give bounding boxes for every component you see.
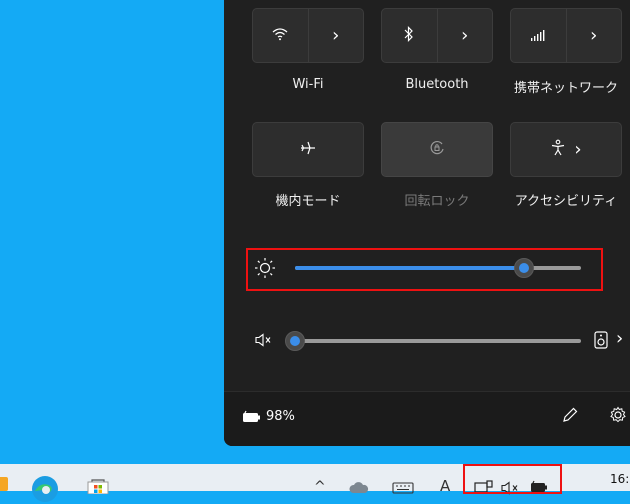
cloud-icon[interactable] xyxy=(349,481,369,493)
microsoft-store-icon[interactable] xyxy=(84,478,112,494)
airplane-icon xyxy=(299,139,317,161)
airplane-mode-label: 機内モード xyxy=(275,194,341,209)
rotation-lock-label: 回転ロック xyxy=(404,194,470,209)
chevron-right-icon: › xyxy=(574,139,582,160)
settings-gear-icon[interactable] xyxy=(609,406,627,428)
audio-output-chevron-icon[interactable]: › xyxy=(616,328,623,349)
file-explorer-icon[interactable] xyxy=(0,477,8,491)
chevron-right-icon: › xyxy=(590,25,598,46)
battery-percent[interactable]: 98% xyxy=(266,409,295,424)
accessibility-label: アクセシビリティ xyxy=(514,194,618,209)
cellular-expand-button[interactable]: › xyxy=(567,9,622,62)
bluetooth-toggle[interactable] xyxy=(382,9,438,62)
speaker-muted-icon[interactable] xyxy=(255,332,275,351)
quick-settings-panel: › Wi-Fi › Bluetooth › 携帯ネットワーク 機内モード 回転ロ… xyxy=(224,0,630,446)
highlight-brightness-slider xyxy=(246,248,603,291)
audio-output-device-icon[interactable] xyxy=(594,331,608,353)
battery-charging-icon xyxy=(242,409,262,428)
clock-time[interactable]: 16: xyxy=(610,472,629,486)
bluetooth-expand-button[interactable]: › xyxy=(438,9,493,62)
volume-slider[interactable] xyxy=(295,339,581,343)
edit-pencil-icon[interactable] xyxy=(561,406,579,428)
cellular-label: 携帯ネットワーク xyxy=(513,81,618,96)
quick-settings-footer: 98% xyxy=(224,391,630,446)
chevron-up-icon[interactable]: ^ xyxy=(314,479,326,495)
cellular-toggle[interactable] xyxy=(511,9,567,62)
cellular-signal-icon xyxy=(530,26,546,45)
rotation-lock-icon xyxy=(428,139,446,161)
wifi-toggle[interactable] xyxy=(253,9,309,62)
ime-mode-indicator-icon[interactable]: A xyxy=(440,477,450,495)
airplane-mode-tile[interactable] xyxy=(252,122,364,177)
bluetooth-label: Bluetooth xyxy=(405,77,469,92)
rotation-lock-tile[interactable] xyxy=(381,122,493,177)
touch-keyboard-icon[interactable] xyxy=(392,482,414,494)
volume-slider-thumb[interactable] xyxy=(285,331,305,351)
wifi-icon xyxy=(272,26,288,45)
accessibility-tile[interactable]: › xyxy=(510,122,622,177)
bluetooth-icon xyxy=(404,25,414,46)
chevron-right-icon: › xyxy=(461,25,469,46)
cellular-tile[interactable]: › xyxy=(510,8,622,63)
wifi-tile[interactable]: › xyxy=(252,8,364,63)
chevron-right-icon: › xyxy=(332,25,340,46)
wifi-label: Wi-Fi xyxy=(292,77,324,92)
bluetooth-tile[interactable]: › xyxy=(381,8,493,63)
accessibility-icon xyxy=(550,139,566,161)
wifi-expand-button[interactable]: › xyxy=(309,9,364,62)
edge-browser-icon[interactable] xyxy=(30,474,60,504)
highlight-system-tray xyxy=(463,464,562,494)
